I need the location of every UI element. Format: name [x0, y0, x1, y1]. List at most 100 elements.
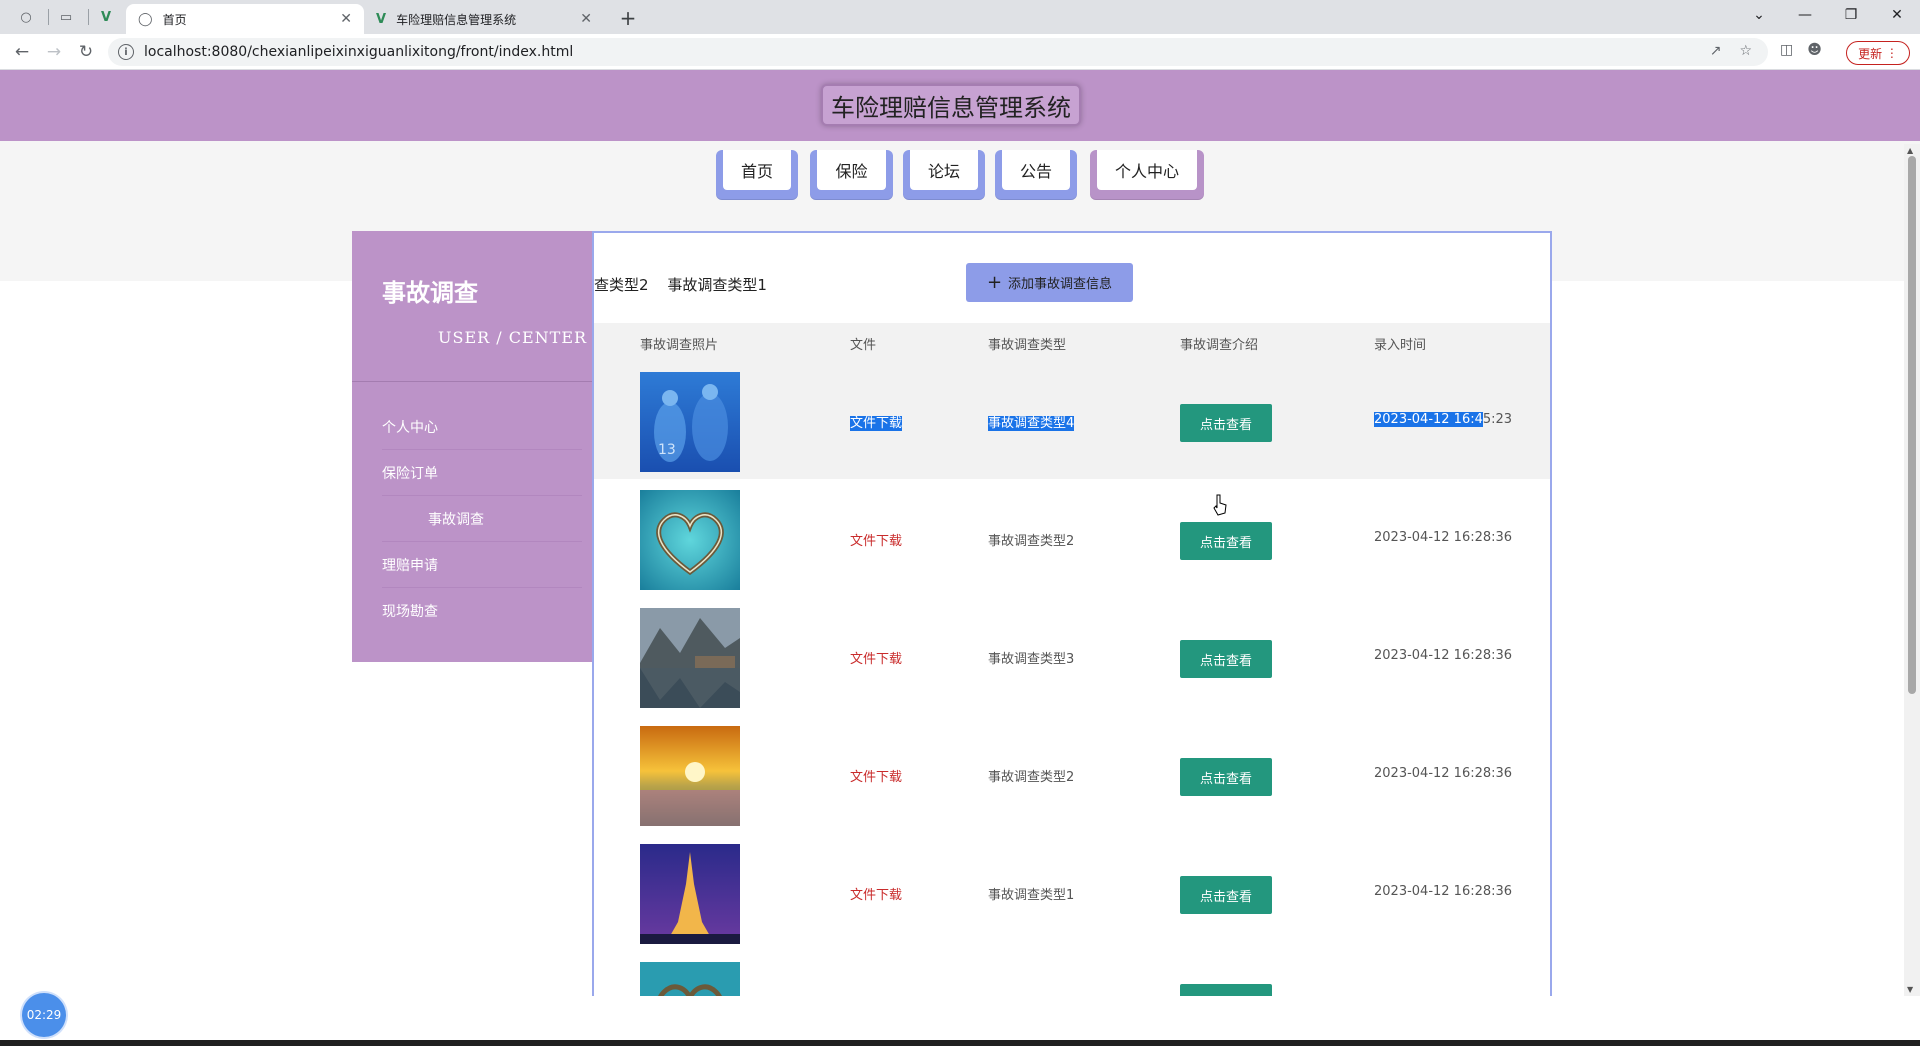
- site-title: 车险理赔信息管理系统: [821, 84, 1081, 126]
- back-arrow-icon[interactable]: ←: [8, 38, 36, 66]
- column-header: 事故调查介绍: [1180, 338, 1259, 353]
- tab-home[interactable]: ◯ 首页 ✕: [126, 4, 364, 34]
- pointer-cursor-icon: [1213, 494, 1227, 516]
- file-link-text: 文件下载: [850, 416, 903, 431]
- time-rest-text: 5:23: [1482, 412, 1513, 427]
- reload-icon[interactable]: ↻: [72, 38, 100, 66]
- type-filter-tabs: 查类型2 事故调查类型1: [594, 274, 781, 295]
- scrollbar-thumb[interactable]: [1908, 156, 1916, 694]
- time-selected-text: 2023-04-12 16:4: [1374, 412, 1483, 427]
- site-info-icon[interactable]: i: [118, 44, 134, 60]
- page-scrollbar[interactable]: ▲ ▼: [1904, 144, 1920, 996]
- file-download-link[interactable]: 文件下载: [850, 648, 902, 667]
- column-header: 事故调查照片: [640, 338, 719, 353]
- column-header: 事故调查类型: [988, 338, 1067, 353]
- bookmark-star-icon[interactable]: ☆: [1739, 43, 1752, 59]
- investigation-type: 事故调查类型3: [988, 652, 1075, 667]
- nav-label: 保险: [817, 150, 886, 190]
- view-details-button[interactable]: 点击查看: [1180, 404, 1272, 442]
- tab-search-chevron-icon[interactable]: ⌄: [1736, 0, 1782, 30]
- table-row: 文件下载 事故调查类型2 点击查看 2023-04-12 16:28:36: [594, 479, 1550, 597]
- sidebar-item-claim-application[interactable]: 理赔申请: [382, 542, 582, 588]
- entry-time: 2023-04-12 16:45:23: [1374, 412, 1512, 427]
- nav-label: 个人中心: [1097, 150, 1197, 190]
- sidebar-item-insurance-orders[interactable]: 保险订单: [382, 450, 582, 496]
- table-header: 事故调查照片 文件 事故调查类型 事故调查介绍 录入时间: [594, 323, 1550, 361]
- side-panel-icon[interactable]: ◫: [1780, 42, 1793, 58]
- address-bar[interactable]: i localhost:8080/chexianlipeixinxiguanli…: [108, 38, 1768, 66]
- view-details-button[interactable]: 点击查看: [1180, 640, 1272, 678]
- sidebar-item-user-center[interactable]: 个人中心: [382, 404, 582, 450]
- file-download-link[interactable]: 文件下载: [850, 766, 902, 785]
- sidebar-divider: [352, 381, 592, 382]
- restore-icon[interactable]: ❐: [1828, 0, 1874, 30]
- profile-avatar-icon[interactable]: ☻: [1807, 42, 1822, 58]
- os-taskbar: [0, 1040, 1920, 1046]
- table-row: 文件下载 事故调查类型3 点击查看 2023-04-12 16:28:36: [594, 597, 1550, 715]
- nav-forum[interactable]: 论坛: [903, 150, 985, 200]
- browser-tab-bar: ○ ▭ V ◯ 首页 ✕ V 车险理赔信息管理系统 ✕ + ⌄ — ❐ ✕: [0, 0, 1920, 34]
- view-details-button[interactable]: 点击查看: [1180, 522, 1272, 560]
- tab-separator: [48, 9, 49, 25]
- add-investigation-button[interactable]: + 添加事故调查信息: [966, 263, 1133, 302]
- file-download-link[interactable]: 文件下载: [850, 530, 902, 549]
- nav-label: 首页: [723, 150, 791, 190]
- tab-title: 车险理赔信息管理系统: [396, 12, 517, 27]
- eiffel-tower-photo[interactable]: [640, 844, 740, 944]
- update-label: 更新: [1858, 46, 1883, 61]
- entry-time: 2023-04-12 16:28:36: [1374, 884, 1513, 899]
- nav-insurance[interactable]: 保险: [810, 150, 893, 200]
- view-details-button[interactable]: 点击查看: [1180, 758, 1272, 796]
- share-icon[interactable]: ↗: [1710, 43, 1722, 59]
- sidebar-item-accident-investigation[interactable]: 事故调查: [382, 496, 582, 542]
- close-icon[interactable]: ✕: [340, 11, 352, 27]
- nav-home[interactable]: 首页: [716, 150, 798, 200]
- type-tab[interactable]: 查类型2: [594, 276, 649, 294]
- site-header: 车险理赔信息管理系统: [0, 70, 1920, 141]
- pinned-tab-vue-icon[interactable]: V: [94, 6, 118, 28]
- page-viewport: 车险理赔信息管理系统 首页 保险 论坛 公告 个人中心 事故调查 USER / …: [0, 70, 1920, 996]
- type-tab[interactable]: 事故调查类型1: [667, 276, 767, 294]
- user-center-sidebar: 事故调查 USER / CENTER 个人中心 保险订单 事故调查 理赔申请 现…: [352, 231, 592, 662]
- column-header: 录入时间: [1374, 338, 1427, 353]
- sidebar-item-site-survey[interactable]: 现场勘查: [382, 588, 582, 634]
- browser-toolbar: ← → ↻ i localhost:8080/chexianlipeixinxi…: [0, 34, 1920, 70]
- lake-village-photo[interactable]: [640, 608, 740, 708]
- scroll-up-arrow-icon[interactable]: ▲: [1907, 146, 1913, 155]
- entry-time: 2023-04-12 16:28:36: [1374, 530, 1513, 545]
- table-row: 文件下载 事故调查类型1 点击查看 2023-04-12 16:28:36: [594, 833, 1550, 951]
- sidebar-title: 事故调查: [382, 279, 478, 307]
- pinned-tab-globe-icon[interactable]: ○: [14, 6, 38, 28]
- blue-team-photo[interactable]: 13: [640, 372, 740, 472]
- investigation-type: 事故调查类型2: [988, 534, 1075, 549]
- new-tab-button[interactable]: +: [614, 4, 642, 32]
- heart-island-photo[interactable]: [640, 490, 740, 590]
- heart-island-photo[interactable]: [640, 962, 740, 996]
- view-details-button[interactable]: [1180, 984, 1272, 996]
- plus-icon: +: [986, 271, 1003, 293]
- vue-logo-icon: V: [376, 11, 387, 27]
- timer-badge[interactable]: 02:29: [22, 993, 66, 1037]
- close-icon[interactable]: ✕: [580, 11, 592, 27]
- nav-label: 公告: [1002, 150, 1070, 190]
- forward-arrow-icon[interactable]: →: [40, 38, 68, 66]
- minimize-icon[interactable]: —: [1782, 0, 1828, 30]
- file-download-link[interactable]: 文件下载: [850, 412, 903, 431]
- file-download-link[interactable]: 文件下载: [850, 884, 902, 903]
- sunset-meadow-photo[interactable]: [640, 726, 740, 826]
- column-header: 文件: [850, 338, 877, 353]
- tab-separator: [88, 9, 89, 25]
- view-details-button[interactable]: 点击查看: [1180, 876, 1272, 914]
- type-text: 事故调查类型4: [988, 416, 1075, 431]
- update-button[interactable]: 更新 ⋮: [1846, 41, 1910, 65]
- nav-notice[interactable]: 公告: [995, 150, 1077, 200]
- investigation-type: 事故调查类型2: [988, 770, 1075, 785]
- pinned-tab-blank-icon[interactable]: ▭: [54, 6, 78, 28]
- window-close-icon[interactable]: ✕: [1874, 0, 1920, 30]
- table-row: [594, 951, 1550, 996]
- scroll-down-arrow-icon[interactable]: ▼: [1907, 985, 1913, 994]
- add-button-label: 添加事故调查信息: [1008, 277, 1113, 292]
- nav-user-center[interactable]: 个人中心: [1090, 150, 1204, 200]
- sidebar-subtitle: USER / CENTER: [438, 328, 588, 347]
- tab-claims-system[interactable]: V 车险理赔信息管理系统 ✕: [364, 4, 604, 34]
